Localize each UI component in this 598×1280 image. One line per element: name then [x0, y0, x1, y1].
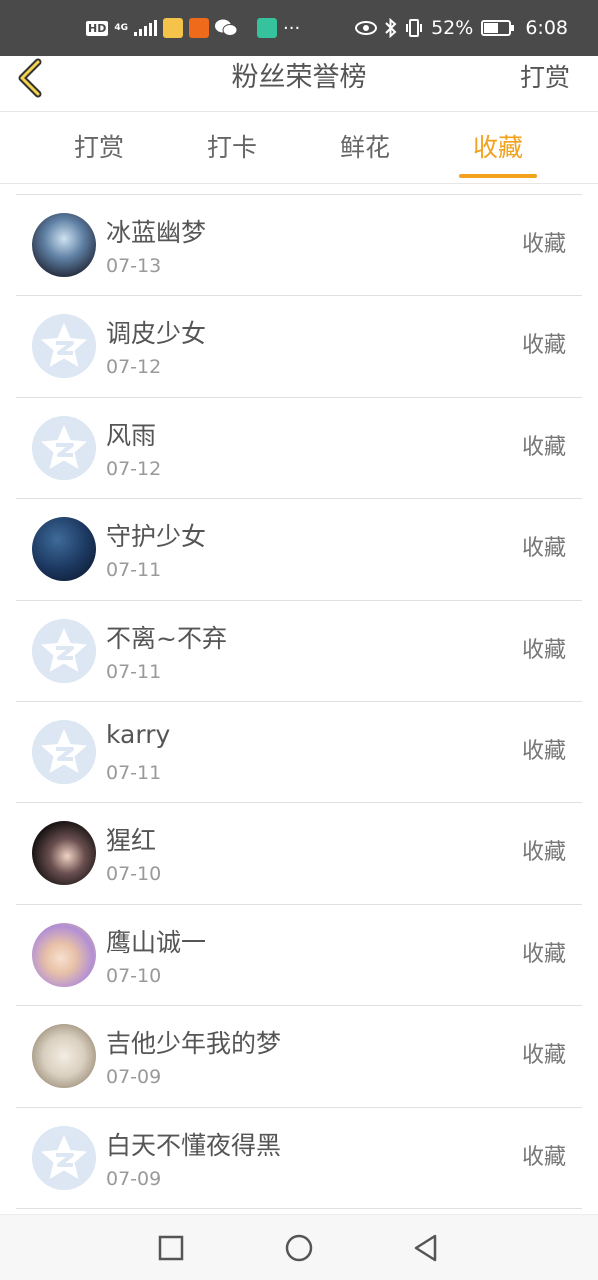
battery-fill [484, 23, 498, 33]
default-avatar-icon [32, 618, 96, 683]
fan-date: 07-11 [106, 660, 162, 683]
fan-name: 白天不懂夜得黑 [106, 1130, 282, 1160]
eye-comfort-icon [355, 21, 378, 35]
action-label: 收藏 [521, 536, 566, 562]
tab-tip[interactable]: 打赏 [59, 112, 139, 184]
status-bar: HD 4G ··· 52% 6:08 [0, 0, 598, 56]
action-label: 收藏 [521, 333, 566, 359]
list-item[interactable]: 调皮少女 07-12 收藏 [16, 296, 582, 398]
fan-date: 07-11 [106, 559, 162, 582]
status-left-icons: HD 4G ··· [86, 0, 300, 56]
list-item[interactable]: 鹰山诚一 07-10 收藏 [16, 905, 582, 1007]
action-label: 收藏 [521, 738, 566, 764]
vibrate-icon [406, 19, 423, 37]
avatar[interactable] [32, 821, 96, 886]
list-item[interactable]: 白天不懂夜得黑 07-09 收藏 [16, 1108, 582, 1209]
fan-name: 守护少女 [106, 522, 207, 552]
list-item[interactable]: 猩红 07-10 收藏 [16, 803, 582, 905]
action-label: 收藏 [521, 941, 566, 967]
fan-name: 鹰山诚一 [106, 927, 207, 957]
fan-name: karry [106, 719, 171, 749]
list-item[interactable]: 风雨 07-12 收藏 [16, 398, 582, 500]
system-nav-bar [0, 1214, 598, 1280]
fan-date: 07-09 [106, 1066, 162, 1089]
fan-date: 07-11 [106, 761, 162, 784]
clock: 6:08 [525, 17, 568, 39]
fan-list: 冰蓝幽梦 07-13 收藏 调皮少女 07-12 收藏 风雨 07-12 收藏 守护少女 07-11… [16, 194, 582, 1209]
fan-date: 07-13 [106, 255, 162, 277]
taobao-icon [189, 18, 209, 38]
list-item[interactable]: 守护少女 07-11 收藏 [16, 499, 582, 601]
action-label: 收藏 [521, 1043, 566, 1069]
fan-name: 风雨 [106, 420, 157, 450]
default-avatar-icon [32, 415, 96, 480]
avatar[interactable] [32, 1024, 96, 1089]
action-label: 收藏 [521, 434, 566, 460]
tip-button[interactable]: 打赏 [520, 56, 570, 100]
list-item[interactable]: 吉他少年我的梦 07-09 收藏 [16, 1006, 582, 1108]
avatar[interactable] [32, 517, 96, 582]
avatar[interactable] [32, 719, 96, 784]
back-triangle-icon[interactable] [411, 1233, 441, 1263]
avatar[interactable] [32, 618, 96, 683]
default-avatar-icon [32, 719, 96, 784]
action-label: 收藏 [521, 840, 566, 866]
fan-date: 07-09 [106, 1167, 162, 1190]
bluetooth-icon [385, 18, 397, 38]
hd-icon: HD [86, 20, 109, 36]
avatar[interactable] [32, 1125, 96, 1190]
avatar[interactable] [32, 415, 96, 480]
status-right-icons: 52% 6:08 [355, 0, 568, 56]
fan-name: 吉他少年我的梦 [106, 1029, 282, 1059]
fan-name: 冰蓝幽梦 [106, 218, 207, 247]
fan-name: 猩红 [106, 826, 157, 856]
default-avatar-icon [32, 314, 96, 379]
list-item[interactable]: 不离~不弃 07-11 收藏 [16, 601, 582, 702]
home-circle-icon[interactable] [284, 1233, 314, 1263]
signal-icon [134, 20, 157, 36]
avatar[interactable] [32, 314, 96, 379]
more-notifications-icon: ··· [283, 17, 301, 39]
page-title: 粉丝荣誉榜 [231, 62, 367, 93]
app-icon [257, 18, 277, 38]
fan-date: 07-10 [106, 964, 162, 987]
fan-date: 07-10 [106, 863, 162, 886]
action-label: 收藏 [521, 232, 566, 257]
list-item[interactable]: karry 07-11 收藏 [16, 702, 582, 804]
fan-date: 07-12 [106, 356, 162, 379]
fan-name: 不离~不弃 [106, 623, 227, 653]
title-bar: 粉丝荣誉榜 打赏 [0, 56, 598, 112]
action-label: 收藏 [521, 1144, 566, 1170]
network-type: 4G [114, 22, 128, 33]
recents-square-icon[interactable] [156, 1233, 186, 1263]
default-avatar-icon [32, 1125, 96, 1190]
action-label: 收藏 [521, 637, 566, 663]
wechat-icon [215, 19, 237, 36]
tab-flowers[interactable]: 鲜花 [325, 112, 405, 184]
tab-bar: 打赏 打卡 鲜花 收藏 [0, 112, 598, 184]
tab-checkin[interactable]: 打卡 [192, 112, 272, 184]
fan-name: 调皮少女 [106, 319, 207, 349]
battery-percent: 52% [431, 17, 474, 39]
avatar[interactable] [32, 922, 96, 987]
avatar[interactable] [32, 213, 96, 277]
tab-favorites[interactable]: 收藏 [458, 112, 538, 184]
battery-icon [481, 20, 515, 36]
app-icon [163, 18, 183, 38]
list-item[interactable]: 冰蓝幽梦 07-13 收藏 [16, 195, 582, 297]
fan-date: 07-12 [106, 457, 162, 480]
